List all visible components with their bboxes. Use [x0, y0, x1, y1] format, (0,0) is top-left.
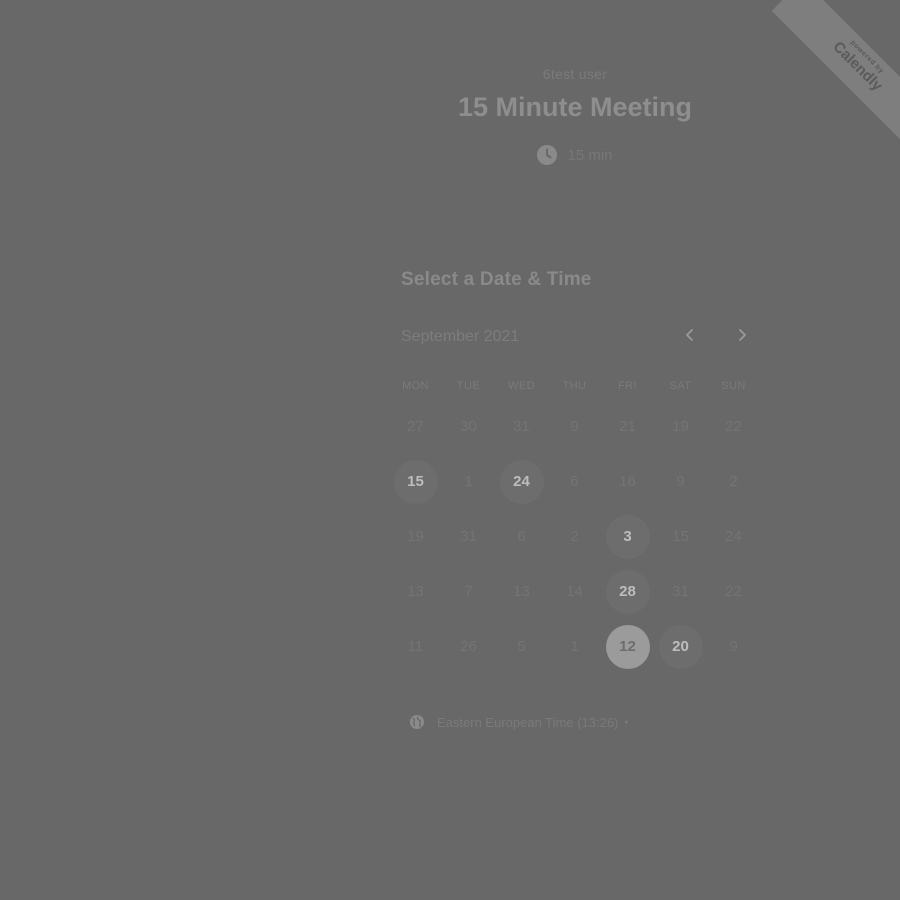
calendar-day-disabled: 9	[654, 454, 707, 509]
calendar-day-number: 6	[517, 528, 526, 545]
calendar-day-number[interactable]: 15	[393, 459, 438, 504]
weekday-header: MON TUE WED THU FRI SAT SUN	[389, 380, 760, 396]
calendar-day-number[interactable]: 20	[658, 624, 703, 669]
weekday-label: FRI	[618, 380, 637, 392]
calendar-day-number: 16	[619, 473, 636, 490]
calendar-day-number: 30	[460, 418, 477, 435]
calendar-day-number: 22	[725, 418, 742, 435]
calendar-day-number: 31	[672, 583, 689, 600]
calendar-day-number: 21	[619, 418, 636, 435]
owner-name: 6test user	[542, 66, 608, 82]
calendar-day-number: 1	[464, 473, 473, 490]
calendar-day-available[interactable]: 20	[654, 619, 707, 674]
calendar-day-number: 7	[464, 583, 473, 600]
weekday-label: THU	[562, 380, 587, 392]
calendar-day-number: 9	[729, 638, 738, 655]
calendar-day-number: 2	[570, 528, 579, 545]
calendar-day-available[interactable]: 15	[389, 454, 442, 509]
calendar-day-number: 26	[460, 638, 477, 655]
calendar-day-number: 15	[672, 528, 689, 545]
calendar-day-disabled: 9	[548, 399, 601, 454]
calendar-day-disabled: 31	[442, 509, 495, 564]
previous-month-button[interactable]	[679, 326, 701, 348]
weekday-label: MON	[402, 380, 429, 392]
calendar-day-available[interactable]: 24	[495, 454, 548, 509]
calendar-day-disabled: 22	[707, 399, 760, 454]
chevron-left-icon	[684, 328, 696, 347]
calendar-day-number[interactable]: 12	[605, 624, 650, 669]
month-navigation: September 2021	[401, 326, 756, 348]
chevron-right-icon	[736, 328, 748, 347]
caret-down-icon: ▾	[624, 717, 629, 727]
calendar-day-number: 11	[407, 638, 424, 655]
calendar-day-number: 9	[570, 418, 579, 435]
calendar-day-number: 1	[570, 638, 579, 655]
weekday-label: SUN	[721, 380, 746, 392]
calendar-day-disabled: 2	[548, 509, 601, 564]
weekday-label: WED	[508, 380, 535, 392]
calendar-day-disabled: 1	[442, 454, 495, 509]
powered-by-ribbon[interactable]: powered by Calendly	[760, 0, 900, 140]
calendar-day-disabled: 13	[389, 564, 442, 619]
calendar-day-disabled: 6	[548, 454, 601, 509]
calendar-day-number: 19	[672, 418, 689, 435]
calendar-day-disabled: 13	[495, 564, 548, 619]
calendar-day-number: 6	[570, 473, 579, 490]
calendar-day-number: 2	[729, 473, 738, 490]
calendar-day-disabled: 5	[495, 619, 548, 674]
calendar-day-disabled: 1	[548, 619, 601, 674]
event-header: 6test user 15 Minute Meeting 15 min	[425, 66, 725, 166]
calendar-day-disabled: 9	[707, 619, 760, 674]
calendar-grid: 27 30 31 9 21 19 22 15 1 24 6 16 9 2 19 31 6 2 3 15 24 13 7 13 1…	[389, 399, 760, 674]
calendar-day-available[interactable]: 3	[601, 509, 654, 564]
timezone-label: Eastern European Time (13:26)	[437, 714, 619, 730]
calendar-day-disabled: 26	[442, 619, 495, 674]
globe-icon	[409, 714, 425, 730]
weekday-label: TUE	[456, 380, 481, 392]
calendar-day-disabled: 14	[548, 564, 601, 619]
month-label: September 2021	[401, 328, 520, 345]
calendar-day-disabled: 7	[442, 564, 495, 619]
calendar-day-disabled: 2	[707, 454, 760, 509]
calendar-day-number: 31	[460, 528, 477, 545]
calendar-day-number: 9	[676, 473, 685, 490]
calendar-day-number: 22	[725, 583, 742, 600]
calendar-day-number: 13	[513, 583, 530, 600]
duration-row: 15 min	[425, 144, 725, 166]
weekday-label: SAT	[669, 380, 692, 392]
section-title: Select a Date & Time	[401, 269, 592, 290]
calendar-day-disabled: 19	[654, 399, 707, 454]
calendar-day-number: 5	[517, 638, 526, 655]
ribbon-band[interactable]: powered by Calendly	[771, 0, 900, 140]
calendar-day-number[interactable]: 24	[499, 459, 544, 504]
next-month-button[interactable]	[731, 326, 753, 348]
calendar-day-disabled: 15	[654, 509, 707, 564]
calendar-day-number: 19	[407, 528, 424, 545]
calendar-day-disabled: 31	[495, 399, 548, 454]
calendar-day-number: 13	[407, 583, 424, 600]
calendar-day-disabled: 21	[601, 399, 654, 454]
calendar-day-disabled: 31	[654, 564, 707, 619]
calendar-day-number: 27	[407, 418, 424, 435]
calendar-day-disabled: 24	[707, 509, 760, 564]
duration-label: 15 min	[567, 146, 613, 164]
calendar-day-number: 24	[725, 528, 742, 545]
calendar-day-disabled: 6	[495, 509, 548, 564]
calendar-day-disabled: 11	[389, 619, 442, 674]
calendar-day-disabled: 19	[389, 509, 442, 564]
timezone-selector[interactable]: Eastern European Time (13:26) ▾	[409, 712, 628, 732]
event-title: 15 Minute Meeting	[457, 92, 693, 122]
calendar-day-disabled: 27	[389, 399, 442, 454]
calendar-day-disabled: 16	[601, 454, 654, 509]
calendar-day-number: 14	[566, 583, 583, 600]
calendar-day-selected[interactable]: 12	[601, 619, 654, 674]
calendar-day-available[interactable]: 28	[601, 564, 654, 619]
calendar-day-number: 31	[513, 418, 530, 435]
clock-icon	[537, 145, 558, 165]
calendar-day-disabled: 30	[442, 399, 495, 454]
calendar-day-number[interactable]: 28	[605, 569, 650, 614]
booking-page: powered by Calendly 6test user 15 Minute…	[0, 0, 900, 900]
calendar-day-disabled: 22	[707, 564, 760, 619]
calendar-day-number[interactable]: 3	[605, 514, 650, 559]
